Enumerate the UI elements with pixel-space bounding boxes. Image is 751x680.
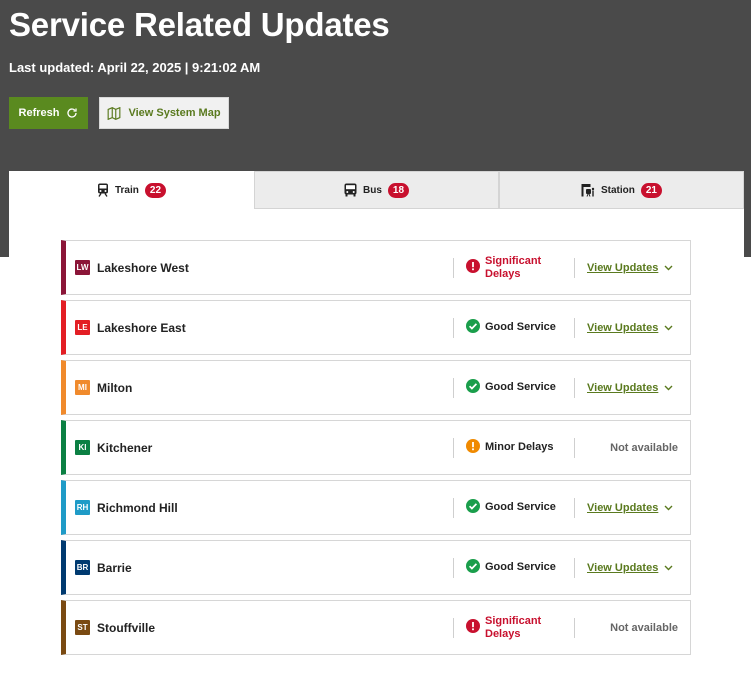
row-divider <box>574 558 575 578</box>
view-updates-button[interactable]: View Updates <box>587 361 673 414</box>
line-name: Stouffville <box>97 620 156 635</box>
status-text: Minor Delays <box>485 441 554 453</box>
view-updates-button[interactable]: View Updates <box>587 301 673 354</box>
status-text: Significant Delays <box>485 254 542 280</box>
check-circle-icon <box>466 499 480 516</box>
line-name: Richmond Hill <box>97 500 178 515</box>
view-updates-button[interactable]: View Updates <box>587 541 673 594</box>
line-name: Lakeshore West <box>97 260 189 275</box>
line-row: ST Stouffville Significant Delays Not ava… <box>61 600 691 655</box>
line-code-badge: BR <box>75 560 90 575</box>
service-status: Significant Delays <box>466 241 541 294</box>
tab-train[interactable]: Train 22 <box>9 171 254 209</box>
line-row: LE Lakeshore East Good Service View Upda… <box>61 300 691 355</box>
not-available-text: Not available <box>610 441 678 454</box>
refresh-label: Refresh <box>18 107 60 119</box>
station-icon <box>581 184 595 197</box>
line-name: Kitchener <box>97 440 153 455</box>
service-status: Good Service <box>466 301 556 354</box>
map-icon <box>108 106 121 120</box>
chevron-down-icon[interactable] <box>664 262 673 274</box>
row-divider <box>574 498 575 518</box>
tab-train-label: Train <box>114 184 139 196</box>
row-divider <box>453 318 454 338</box>
chevron-down-icon[interactable] <box>664 322 673 334</box>
service-status: Good Service <box>466 361 556 414</box>
tab-bus[interactable]: Bus 18 <box>254 171 499 209</box>
view-system-map-label: View System Map <box>128 107 221 119</box>
status-text: Good Service <box>485 321 556 333</box>
line-row: LW Lakeshore West Significant Delays View… <box>61 240 691 295</box>
line-code-badge: LE <box>75 320 90 335</box>
mode-tabs: Train 22 Bus 18 Station 21 <box>9 171 744 209</box>
row-divider <box>574 258 575 278</box>
chevron-down-icon[interactable] <box>664 382 673 394</box>
line-code-badge: MI <box>75 380 90 395</box>
view-updates-button[interactable]: View Updates <box>587 481 673 534</box>
refresh-icon <box>67 108 78 118</box>
bus-icon <box>344 183 357 197</box>
tab-station-count: 21 <box>640 182 662 198</box>
line-row: MI Milton Good Service View Updates <box>61 360 691 415</box>
view-updates-link[interactable]: View Updates <box>587 322 658 334</box>
row-divider <box>574 438 575 458</box>
view-updates-button[interactable]: View Updates <box>587 241 673 294</box>
service-status: Good Service <box>466 541 556 594</box>
row-divider <box>574 318 575 338</box>
status-text: Good Service <box>485 501 556 513</box>
chevron-down-icon[interactable] <box>664 562 673 574</box>
warning-circle-icon <box>466 439 480 456</box>
row-divider <box>453 498 454 518</box>
service-status: Minor Delays <box>466 421 553 474</box>
last-updated: Last updated: April 22, 2025 | 9:21:02 A… <box>9 60 261 75</box>
service-status: Good Service <box>466 481 556 534</box>
line-status-list: LW Lakeshore West Significant Delays View… <box>61 240 691 660</box>
line-name: Barrie <box>97 560 132 575</box>
refresh-button[interactable]: Refresh <box>9 97 88 129</box>
tab-station-label: Station <box>600 184 635 196</box>
tab-train-count: 22 <box>144 182 167 198</box>
status-text: Good Service <box>485 381 556 393</box>
service-status: Significant Delays <box>466 601 541 654</box>
row-divider <box>453 618 454 638</box>
line-row: BR Barrie Good Service View Updates <box>61 540 691 595</box>
row-divider <box>453 378 454 398</box>
status-text: Good Service <box>485 561 556 573</box>
line-code-badge: KI <box>75 440 90 455</box>
check-circle-icon <box>466 559 480 576</box>
row-divider <box>453 438 454 458</box>
page-title: Service Related Updates <box>9 6 390 43</box>
view-updates-link[interactable]: View Updates <box>587 382 658 394</box>
row-divider <box>574 378 575 398</box>
check-circle-icon <box>466 379 480 396</box>
view-updates-link[interactable]: View Updates <box>587 562 658 574</box>
train-icon <box>97 183 108 197</box>
tab-station[interactable]: Station 21 <box>499 171 744 209</box>
not-available-text: Not available <box>610 621 678 634</box>
page: Service Related Updates Last updated: Ap… <box>0 0 751 680</box>
row-divider <box>453 558 454 578</box>
status-text: Significant Delays <box>485 614 542 640</box>
row-divider <box>574 618 575 638</box>
line-name: Lakeshore East <box>97 320 186 335</box>
line-code-badge: RH <box>75 500 90 515</box>
chevron-down-icon[interactable] <box>664 502 673 514</box>
line-row: KI Kitchener Minor Delays Not available <box>61 420 691 475</box>
view-updates-link[interactable]: View Updates <box>587 262 658 274</box>
alert-circle-icon <box>466 619 480 636</box>
tab-bus-label: Bus <box>362 184 382 196</box>
line-name: Milton <box>97 380 133 395</box>
tab-bus-count: 18 <box>387 182 410 198</box>
view-updates-link[interactable]: View Updates <box>587 502 658 514</box>
view-system-map-button[interactable]: View System Map <box>99 97 229 129</box>
line-code-badge: ST <box>75 620 90 635</box>
line-code-badge: LW <box>75 260 90 275</box>
line-row: RH Richmond Hill Good Service View Updat… <box>61 480 691 535</box>
alert-circle-icon <box>466 259 480 276</box>
row-divider <box>453 258 454 278</box>
check-circle-icon <box>466 319 480 336</box>
